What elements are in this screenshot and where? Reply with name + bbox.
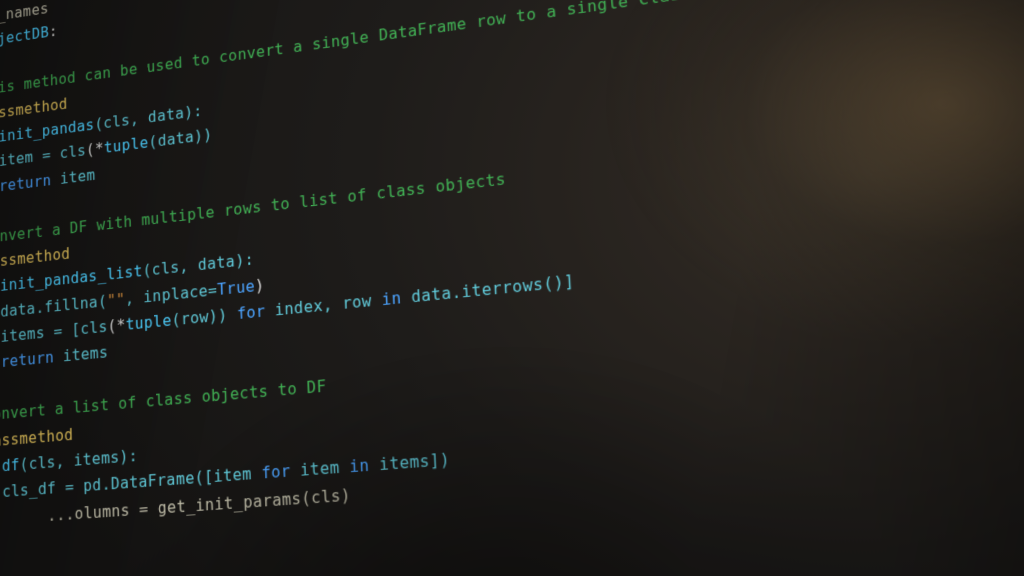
var-items: items = [ bbox=[1, 320, 81, 346]
kw-return: return bbox=[0, 171, 51, 195]
args: (row)) bbox=[171, 304, 237, 329]
bool-true: True bbox=[217, 276, 255, 299]
star-unpack: (* bbox=[86, 139, 104, 159]
signature: (cls, data): bbox=[142, 250, 254, 280]
decorator: @classmethod bbox=[0, 424, 73, 451]
ret-item: item bbox=[51, 165, 95, 188]
partial-line: _names bbox=[0, 0, 49, 24]
args: (data)) bbox=[148, 125, 212, 151]
kw-for: for bbox=[237, 301, 266, 323]
editor-screen: _names ...rams if p != 'self'] __init__)… bbox=[0, 0, 1024, 576]
builtin-tuple: tuple bbox=[125, 311, 171, 334]
star-unpack: (* bbox=[107, 315, 126, 335]
signature: (cls, items): bbox=[20, 446, 138, 474]
kw-in: in bbox=[349, 455, 370, 476]
loop-var: item bbox=[290, 457, 350, 481]
class-name: ObjectDB bbox=[0, 23, 49, 52]
var-cls: cls bbox=[80, 317, 107, 338]
builtin-tuple: tuple bbox=[104, 133, 149, 157]
kw-for: for bbox=[261, 461, 291, 483]
comment: # This method can be used to convert a s… bbox=[0, 0, 767, 101]
colon: : bbox=[49, 22, 58, 41]
ret-items: items bbox=[54, 343, 108, 367]
code-surface: _names ...rams if p != 'self'] __init__)… bbox=[0, 0, 1024, 537]
fillna-call: data.fillna( bbox=[0, 291, 107, 320]
loop-vars: index, row bbox=[265, 290, 382, 321]
fn-df: df bbox=[0, 455, 20, 476]
items-close: items]) bbox=[369, 450, 451, 476]
kw-in: in bbox=[381, 288, 402, 309]
iterrows-call: data.iterrows()] bbox=[401, 271, 575, 308]
paren: ) bbox=[255, 275, 265, 295]
var-item: item = bbox=[0, 145, 60, 170]
comment: # Convert a list of class objects to DF bbox=[0, 376, 327, 426]
var-cls: cls bbox=[59, 141, 86, 162]
string-literal: "" bbox=[107, 289, 126, 309]
kw-return: return bbox=[1, 348, 54, 371]
kwarg: , inplace= bbox=[125, 280, 218, 308]
code-block[interactable]: _names ...rams if p != 'self'] __init__)… bbox=[0, 0, 1024, 537]
